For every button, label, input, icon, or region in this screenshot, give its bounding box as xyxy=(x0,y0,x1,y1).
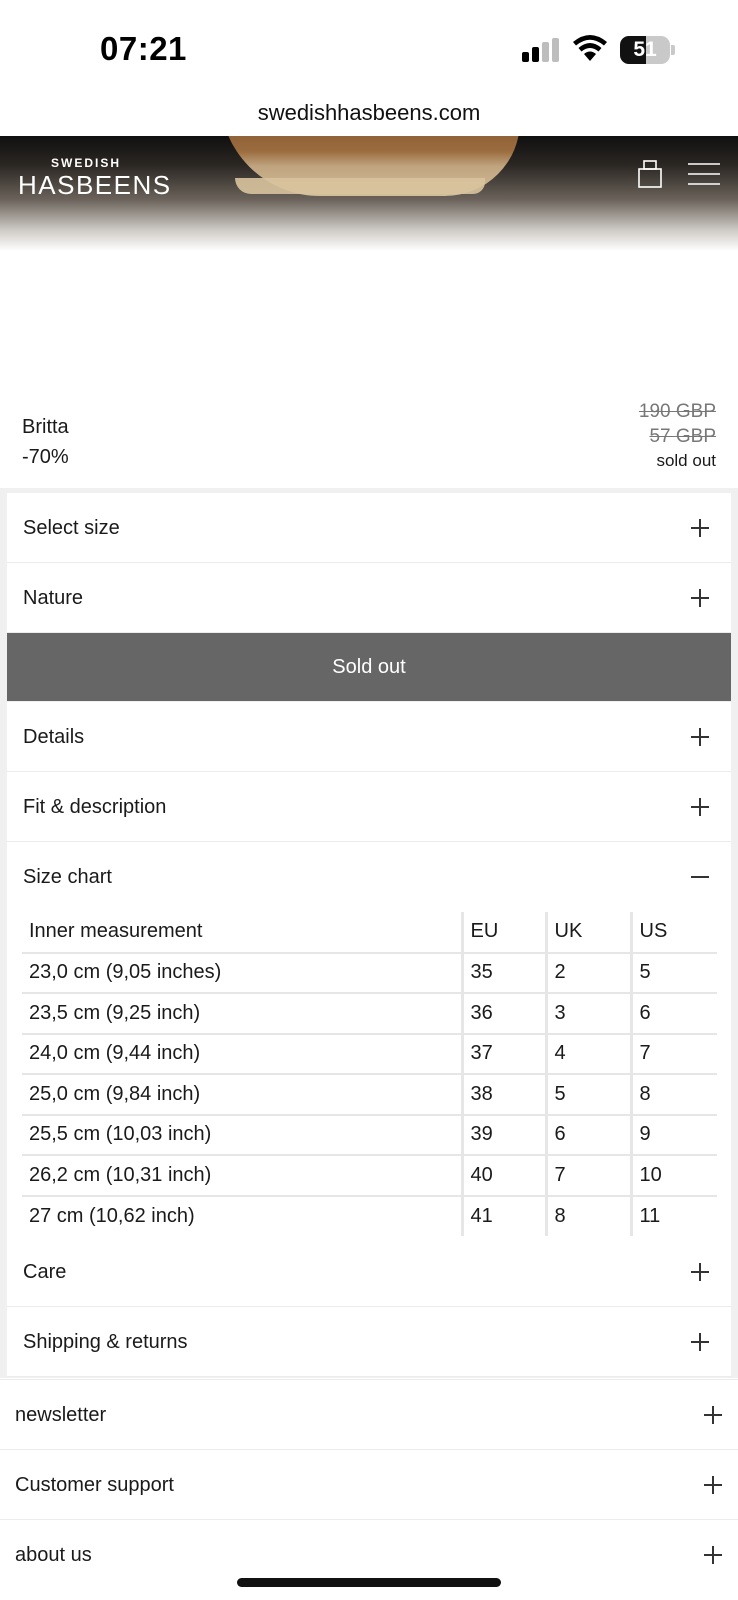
home-indicator[interactable] xyxy=(237,1578,501,1587)
table-cell: 5 xyxy=(629,952,717,994)
cellular-signal-icon xyxy=(522,38,562,62)
about-us-label: about us xyxy=(15,1544,92,1566)
table-cell: 8 xyxy=(629,1074,717,1116)
table-cell: 7 xyxy=(544,1155,631,1197)
size-chart-table: Inner measurement EU UK US 23,0 cm (9,05… xyxy=(22,912,717,1236)
url-text: swedishhasbeens.com xyxy=(257,100,481,125)
customer-support-label: Customer support xyxy=(15,1474,174,1496)
table-cell: 37 xyxy=(460,1033,546,1075)
table-row: 27 cm (10,62 inch) 41 8 11 xyxy=(22,1195,717,1236)
column-header: US xyxy=(629,912,717,954)
table-cell: 24,0 cm (9,44 inch) xyxy=(22,1033,462,1075)
nature-accordion[interactable]: Nature xyxy=(7,563,731,633)
product-name: Britta xyxy=(22,416,69,438)
table-cell: 6 xyxy=(544,1114,631,1156)
address-bar[interactable]: swedishhasbeens.com xyxy=(0,92,738,136)
battery-icon: 51 xyxy=(620,36,675,64)
column-header: UK xyxy=(544,912,631,954)
plus-icon xyxy=(691,519,709,537)
table-row: 26,2 cm (10,31 inch) 40 7 10 xyxy=(22,1155,717,1197)
plus-icon xyxy=(691,728,709,746)
care-accordion[interactable]: Care xyxy=(7,1237,731,1307)
size-chart-label: Size chart xyxy=(23,866,112,888)
table-row: 25,5 cm (10,03 inch) 39 6 9 xyxy=(22,1114,717,1156)
table-cell: 3 xyxy=(544,993,631,1035)
table-row: 23,0 cm (9,05 inches) 35 2 5 xyxy=(22,952,717,994)
shopping-bag-icon[interactable] xyxy=(638,160,662,188)
table-cell: 38 xyxy=(460,1074,546,1116)
table-cell: 36 xyxy=(460,993,546,1035)
plus-icon xyxy=(704,1546,722,1564)
table-cell: 27 cm (10,62 inch) xyxy=(29,1204,195,1227)
table-cell: 39 xyxy=(460,1114,546,1156)
table-cell: 6 xyxy=(629,993,717,1035)
fit-description-label: Fit & description xyxy=(23,796,167,818)
site-header: SWEDISH HASBEENS xyxy=(0,136,738,251)
nature-label: Nature xyxy=(23,587,84,609)
table-cell: 25,0 cm (9,84 inch) xyxy=(22,1074,462,1116)
battery-level: 51 xyxy=(633,38,657,61)
select-size-label: Select size xyxy=(23,517,120,539)
wifi-icon xyxy=(573,35,607,61)
column-header: EU xyxy=(460,912,546,954)
site-logo[interactable]: SWEDISH HASBEENS xyxy=(18,156,170,201)
status-time: 07:21 xyxy=(100,30,187,67)
product-discount: -70% xyxy=(22,446,69,468)
table-cell: 26,2 cm (10,31 inch) xyxy=(22,1155,462,1197)
care-label: Care xyxy=(23,1261,67,1283)
minus-icon xyxy=(691,868,709,886)
details-accordion[interactable]: Details xyxy=(7,702,731,772)
table-cell: 35 xyxy=(460,952,546,994)
plus-icon xyxy=(691,1333,709,1351)
table-cell: 9 xyxy=(629,1114,717,1156)
column-header: Inner measurement xyxy=(22,912,462,954)
plus-icon xyxy=(704,1476,722,1494)
plus-icon xyxy=(704,1406,722,1424)
table-row: 23,5 cm (9,25 inch) 36 3 6 xyxy=(22,993,717,1035)
table-cell: 23,5 cm (9,25 inch) xyxy=(22,993,462,1035)
table-cell: 40 xyxy=(460,1155,546,1197)
availability-label: sold out xyxy=(656,451,716,470)
fit-description-accordion[interactable]: Fit & description xyxy=(7,772,731,842)
size-chart-accordion[interactable]: Size chart xyxy=(7,842,731,912)
table-cell: 11 xyxy=(629,1195,717,1236)
table-cell: 41 xyxy=(460,1195,546,1236)
original-price: 190 GBP xyxy=(638,401,716,422)
status-bar: 07:21 51 xyxy=(0,0,738,92)
sale-price: 57 GBP xyxy=(649,426,716,447)
footer-newsletter[interactable]: newsletter xyxy=(0,1379,738,1449)
select-size-dropdown[interactable]: Select size xyxy=(7,493,731,563)
plus-icon xyxy=(691,1263,709,1281)
table-cell: 8 xyxy=(544,1195,631,1236)
table-cell: 5 xyxy=(544,1074,631,1116)
table-cell: 25,5 cm (10,03 inch) xyxy=(22,1114,462,1156)
shipping-returns-accordion[interactable]: Shipping & returns xyxy=(7,1307,731,1377)
sold-out-button[interactable]: Sold out xyxy=(7,633,731,701)
shipping-returns-label: Shipping & returns xyxy=(23,1331,188,1353)
newsletter-label: newsletter xyxy=(15,1404,107,1426)
hamburger-menu-icon[interactable] xyxy=(688,162,720,186)
table-row: 24,0 cm (9,44 inch) 37 4 7 xyxy=(22,1033,717,1075)
table-cell: 7 xyxy=(629,1033,717,1075)
table-cell: 10 xyxy=(629,1155,717,1197)
plus-icon xyxy=(691,589,709,607)
footer-customer-support[interactable]: Customer support xyxy=(0,1449,738,1519)
table-row: 25,0 cm (9,84 inch) 38 5 8 xyxy=(22,1074,717,1116)
size-chart-section: Size chart Inner measurement EU UK US 23… xyxy=(7,842,731,1237)
table-cell: 23,0 cm (9,05 inches) xyxy=(22,952,462,994)
plus-icon xyxy=(691,798,709,816)
details-label: Details xyxy=(23,726,85,748)
table-cell: 4 xyxy=(544,1033,631,1075)
table-header-row: Inner measurement EU UK US xyxy=(22,912,717,954)
table-cell: 2 xyxy=(544,952,631,994)
